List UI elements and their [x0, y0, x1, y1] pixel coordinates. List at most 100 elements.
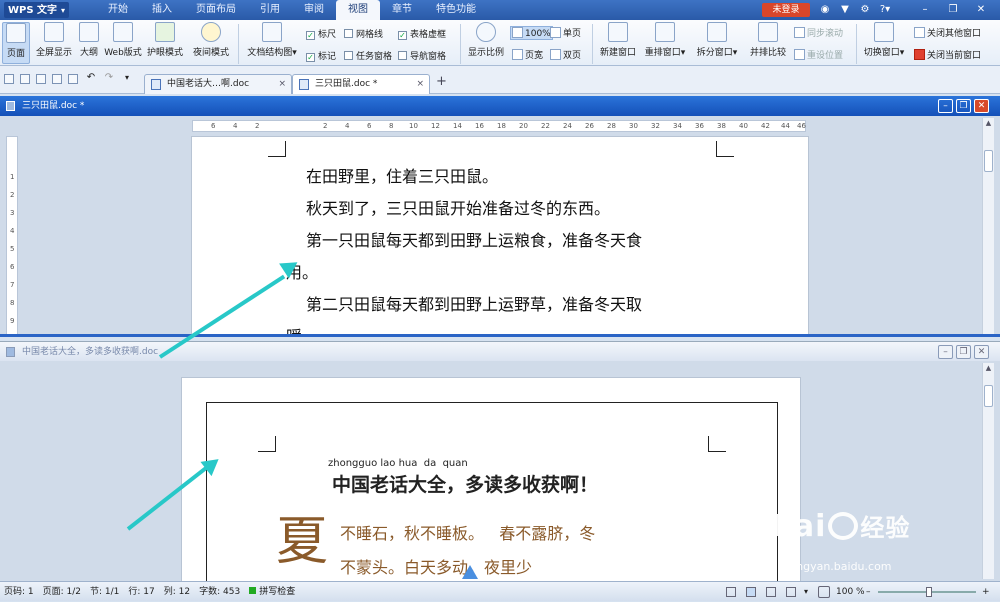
page-view-button[interactable]: 页面 [2, 22, 30, 64]
horizontal-ruler[interactable]: 6 4 2 2 4 6 8 10 12 14 16 18 20 22 24 26… [192, 120, 806, 132]
close-tab-icon[interactable]: × [278, 75, 286, 93]
sync-scroll-button[interactable]: 同步滚动 [794, 26, 843, 39]
skin-icon[interactable]: ◉ [818, 3, 832, 17]
gridlines-checkbox[interactable]: 网格线 [344, 27, 383, 40]
document-heading[interactable]: 中国老话大全，多读多收获啊！ [332, 470, 598, 497]
full-screen-view-icon[interactable] [726, 587, 736, 597]
vertical-ruler[interactable]: 1 2 3 4 5 6 7 8 9 10 [6, 136, 18, 334]
ruler-tick-label: 4 [233, 122, 238, 130]
task-pane-checkbox[interactable]: 任务窗格 [344, 49, 392, 62]
scroll-up-icon[interactable]: ▲ [983, 363, 994, 374]
scroll-up-icon[interactable]: ▲ [983, 118, 994, 129]
window-minimize-button[interactable]: – [938, 99, 953, 113]
web-view-icon[interactable] [786, 587, 796, 597]
close-tab-icon[interactable]: × [416, 75, 424, 93]
format-painter-icon[interactable] [68, 74, 78, 84]
vertical-scrollbar[interactable]: ▲ [982, 118, 994, 334]
scroll-thumb[interactable] [984, 150, 993, 172]
shirt-icon[interactable]: ▼ [838, 3, 852, 17]
page-width-button[interactable]: 页宽 [512, 48, 543, 61]
settings-icon[interactable]: ⚙ [858, 3, 872, 17]
eye-care-button[interactable]: 护眼模式 [144, 22, 186, 58]
minimize-icon[interactable]: – [918, 3, 932, 17]
markup-checkbox[interactable]: ✓ 标记 [306, 49, 336, 62]
text-line[interactable]: 第二只田鼠每天都到田野上运野草，准备冬天取 [306, 291, 642, 315]
body-line[interactable]: 不睡石，秋不睡板。 春不露脐，冬 [340, 520, 595, 544]
outline-button[interactable]: 大纲 [78, 22, 100, 58]
window-restore-button[interactable]: ❐ [956, 99, 971, 113]
tab-insert[interactable]: 插入 [140, 0, 184, 20]
nav-pane-checkbox[interactable]: 导航窗格 [398, 49, 446, 62]
night-mode-button[interactable]: 夜间模式 [190, 22, 232, 58]
window-restore-button[interactable]: ❐ [956, 345, 971, 359]
fullscreen-button[interactable]: 全屏显示 [32, 22, 76, 58]
document-page[interactable]: 在田野里，住着三只田鼠。 秋天到了，三只田鼠开始准备过冬的东西。 第一只田鼠每天… [191, 136, 809, 334]
ruler-checkbox[interactable]: ✓ 标尺 [306, 27, 336, 40]
zoom-100-button[interactable]: 100% [510, 26, 553, 40]
save-icon[interactable] [20, 74, 30, 84]
tab-references[interactable]: 引用 [248, 0, 292, 20]
zoom-level[interactable]: 100 % [836, 582, 865, 602]
reset-position-icon [794, 49, 805, 60]
reset-position-button[interactable]: 重设位置 [794, 48, 843, 61]
single-page-button[interactable]: 单页 [550, 26, 581, 39]
status-word-count[interactable]: 字数: 453 [199, 582, 240, 602]
outline-view-icon[interactable] [766, 587, 776, 597]
open-icon[interactable] [4, 74, 14, 84]
text-line[interactable]: 秋天到了，三只田鼠开始准备过冬的东西。 [306, 195, 610, 219]
app-menu-button[interactable]: WPS 文字 ▾ [4, 2, 70, 18]
document-pane-three-mice[interactable]: 6 4 2 2 4 6 8 10 12 14 16 18 20 22 24 26… [0, 116, 1000, 337]
doc-map-button[interactable]: 文档结构图▾ [244, 22, 300, 58]
window-minimize-button[interactable]: – [938, 345, 953, 359]
window-close-button[interactable]: ✕ [974, 345, 989, 359]
close-icon[interactable]: ✕ [974, 3, 988, 17]
status-line: 行: 17 [128, 587, 155, 597]
page-view-icon[interactable] [746, 587, 756, 597]
zoom-button[interactable]: 显示比例 [466, 22, 506, 58]
document-page[interactable]: zhongguo lao hua da quan 中国老话大全，多读多收获啊！ … [181, 377, 801, 581]
restore-icon[interactable]: ❐ [946, 3, 960, 17]
tab-chapter[interactable]: 章节 [380, 0, 424, 20]
close-other-windows-button[interactable]: 关闭其他窗口 [914, 26, 981, 39]
new-tab-button[interactable]: + [436, 75, 447, 89]
text-line[interactable]: 在田野里，住着三只田鼠。 [306, 163, 498, 187]
eye-care-icon[interactable] [818, 586, 830, 598]
close-current-window-button[interactable]: 关闭当前窗口 [914, 48, 981, 61]
tab-view[interactable]: 视图 [336, 0, 380, 20]
split-window-button[interactable]: 拆分窗口▾ [694, 22, 740, 58]
view-dropdown-icon[interactable]: ▾ [804, 582, 808, 602]
arrange-window-button[interactable]: 重排窗口▾ [642, 22, 688, 58]
print-icon[interactable] [52, 74, 62, 84]
zoom-in-icon[interactable]: + [982, 582, 990, 602]
ruler-tick-label: 10 [409, 122, 418, 130]
doc-tab-three-mice[interactable]: 三只田鼠.doc * × [292, 74, 430, 94]
tab-start[interactable]: 开始 [96, 0, 140, 20]
switch-window-button[interactable]: 切换窗口▾ [862, 22, 906, 58]
login-button[interactable]: 未登录 [762, 3, 810, 17]
print-preview-icon[interactable] [36, 74, 46, 84]
table-gridlines-checkbox[interactable]: ✓ 表格虚框 [398, 27, 446, 40]
vertical-scrollbar[interactable]: ▲ [982, 363, 994, 579]
undo-icon[interactable]: ↶ [86, 73, 96, 84]
window-close-button[interactable]: ✕ [974, 99, 989, 113]
help-icon[interactable]: ?▾ [876, 3, 894, 17]
web-layout-button[interactable]: Web版式 [104, 22, 142, 58]
drop-cap[interactable]: 夏 [276, 512, 328, 572]
double-page-button[interactable]: 双页 [550, 48, 581, 61]
text-line[interactable]: 第一只田鼠每天都到田野上运粮食，准备冬天食 [306, 227, 642, 251]
redo-icon[interactable]: ↷ [104, 73, 114, 84]
more-icon[interactable]: ▾ [122, 74, 132, 84]
tab-special[interactable]: 特色功能 [424, 0, 488, 20]
side-by-side-button[interactable]: 并排比较 [748, 22, 788, 58]
zoom-out-icon[interactable]: – [866, 582, 871, 602]
text-line[interactable]: 暖 [286, 323, 302, 334]
tab-page-layout[interactable]: 页面布局 [184, 0, 248, 20]
new-window-button[interactable]: 新建窗口 [598, 22, 638, 58]
body-line[interactable]: 不蒙头。白天多动，夜里少 [340, 554, 532, 578]
spell-check-toggle[interactable]: 拼写检查 [249, 582, 295, 602]
tab-review[interactable]: 审阅 [292, 0, 336, 20]
scroll-thumb[interactable] [984, 385, 993, 407]
doc-tab-old-sayings[interactable]: 中国老话大…啊.doc × [144, 74, 292, 94]
zoom-slider-thumb[interactable] [926, 587, 932, 597]
document-pane-old-sayings[interactable]: zhongguo lao hua da quan 中国老话大全，多读多收获啊！ … [0, 361, 1000, 581]
